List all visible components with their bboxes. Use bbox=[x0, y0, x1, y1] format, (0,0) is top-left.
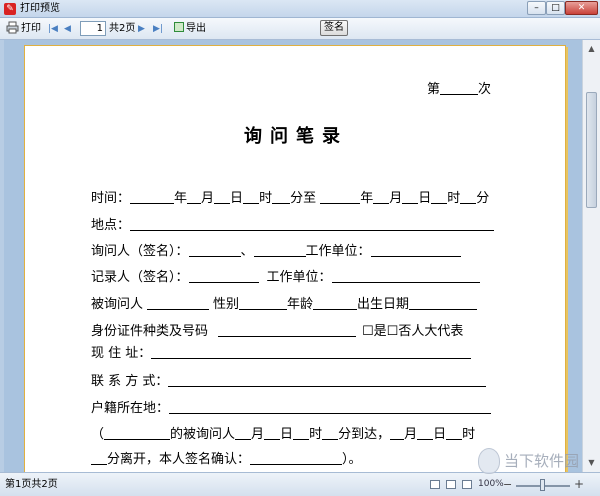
title-bar: ✎ 打印预览 – □ ✕ bbox=[0, 0, 600, 18]
print-button[interactable]: 打印 bbox=[21, 21, 41, 37]
scroll-thumb[interactable] bbox=[586, 92, 597, 208]
status-bar: 第1页共2页 100% − + bbox=[0, 472, 600, 496]
single-page-icon[interactable] bbox=[446, 480, 456, 489]
page-total-label: 共2页 bbox=[109, 23, 136, 34]
last-page-icon[interactable]: ▶| bbox=[153, 21, 163, 37]
zoom-slider-thumb[interactable] bbox=[540, 479, 545, 491]
leave-row: 分离开，本人签名确认：）。 bbox=[91, 452, 362, 468]
asker-row: 询问人（签名）：、工作单位： bbox=[91, 244, 461, 260]
minimize-button[interactable]: – bbox=[527, 1, 546, 15]
watermark-text: 当下软件园 bbox=[504, 452, 580, 470]
first-page-icon[interactable]: |◀ bbox=[48, 21, 58, 37]
contact-row: 联 系 方 式： bbox=[91, 374, 487, 390]
printer-icon[interactable] bbox=[6, 21, 19, 37]
arrival-row: （的被询问人月日时分到达，月日时 bbox=[91, 427, 476, 442]
document-page: 第次 询问笔录 时间：年月日时分至 年月日时分 地点： 询问人（签名）：、工作单… bbox=[24, 45, 566, 472]
preview-viewport[interactable]: 第次 询问笔录 时间：年月日时分至 年月日时分 地点： 询问人（签名）：、工作单… bbox=[4, 40, 582, 472]
interview-count: 第次 bbox=[427, 82, 492, 97]
sign-button[interactable]: 签名 bbox=[320, 20, 348, 36]
app-icon: ✎ bbox=[4, 3, 16, 15]
document-title: 询问笔录 bbox=[244, 126, 348, 147]
recorder-row: 记录人（签名）： 工作单位： bbox=[91, 270, 480, 286]
maximize-button[interactable]: □ bbox=[546, 1, 565, 15]
next-page-icon[interactable]: ▶ bbox=[138, 21, 145, 37]
subject-row: 被询问人 性别 年龄 出生日期 bbox=[91, 297, 478, 313]
watermark-logo-icon bbox=[478, 448, 500, 474]
vertical-scrollbar[interactable]: ▲ ▼ bbox=[582, 40, 600, 472]
household-row: 户籍所在地： bbox=[91, 401, 492, 417]
site-watermark: 当下软件园 bbox=[478, 448, 590, 474]
address-row: 现 住 址： bbox=[91, 346, 472, 362]
place-row: 地点： bbox=[91, 218, 495, 234]
toolbar: 打印 |◀ ◀ 1 共2页 ▶ ▶| 导出 签名 bbox=[0, 18, 600, 40]
id-row: 身份证件种类及号码 ☐是☐否人大代表 bbox=[91, 324, 464, 339]
scroll-up-icon[interactable]: ▲ bbox=[585, 42, 598, 56]
export-icon[interactable] bbox=[174, 21, 184, 37]
time-row: 时间：年月日时分至 年月日时分 bbox=[91, 191, 490, 206]
page-status: 第1页共2页 bbox=[5, 479, 58, 490]
two-page-icon[interactable] bbox=[462, 480, 472, 489]
page-number-input[interactable]: 1 bbox=[80, 21, 106, 36]
zoom-out-icon[interactable]: − bbox=[503, 478, 512, 491]
fit-page-icon[interactable] bbox=[430, 480, 440, 489]
prev-page-icon[interactable]: ◀ bbox=[64, 21, 71, 37]
close-button[interactable]: ✕ bbox=[565, 1, 598, 15]
zoom-level: 100% bbox=[478, 479, 504, 489]
export-button[interactable]: 导出 bbox=[186, 21, 206, 37]
zoom-in-icon[interactable]: + bbox=[574, 477, 584, 491]
window-title: 打印预览 bbox=[20, 3, 60, 14]
